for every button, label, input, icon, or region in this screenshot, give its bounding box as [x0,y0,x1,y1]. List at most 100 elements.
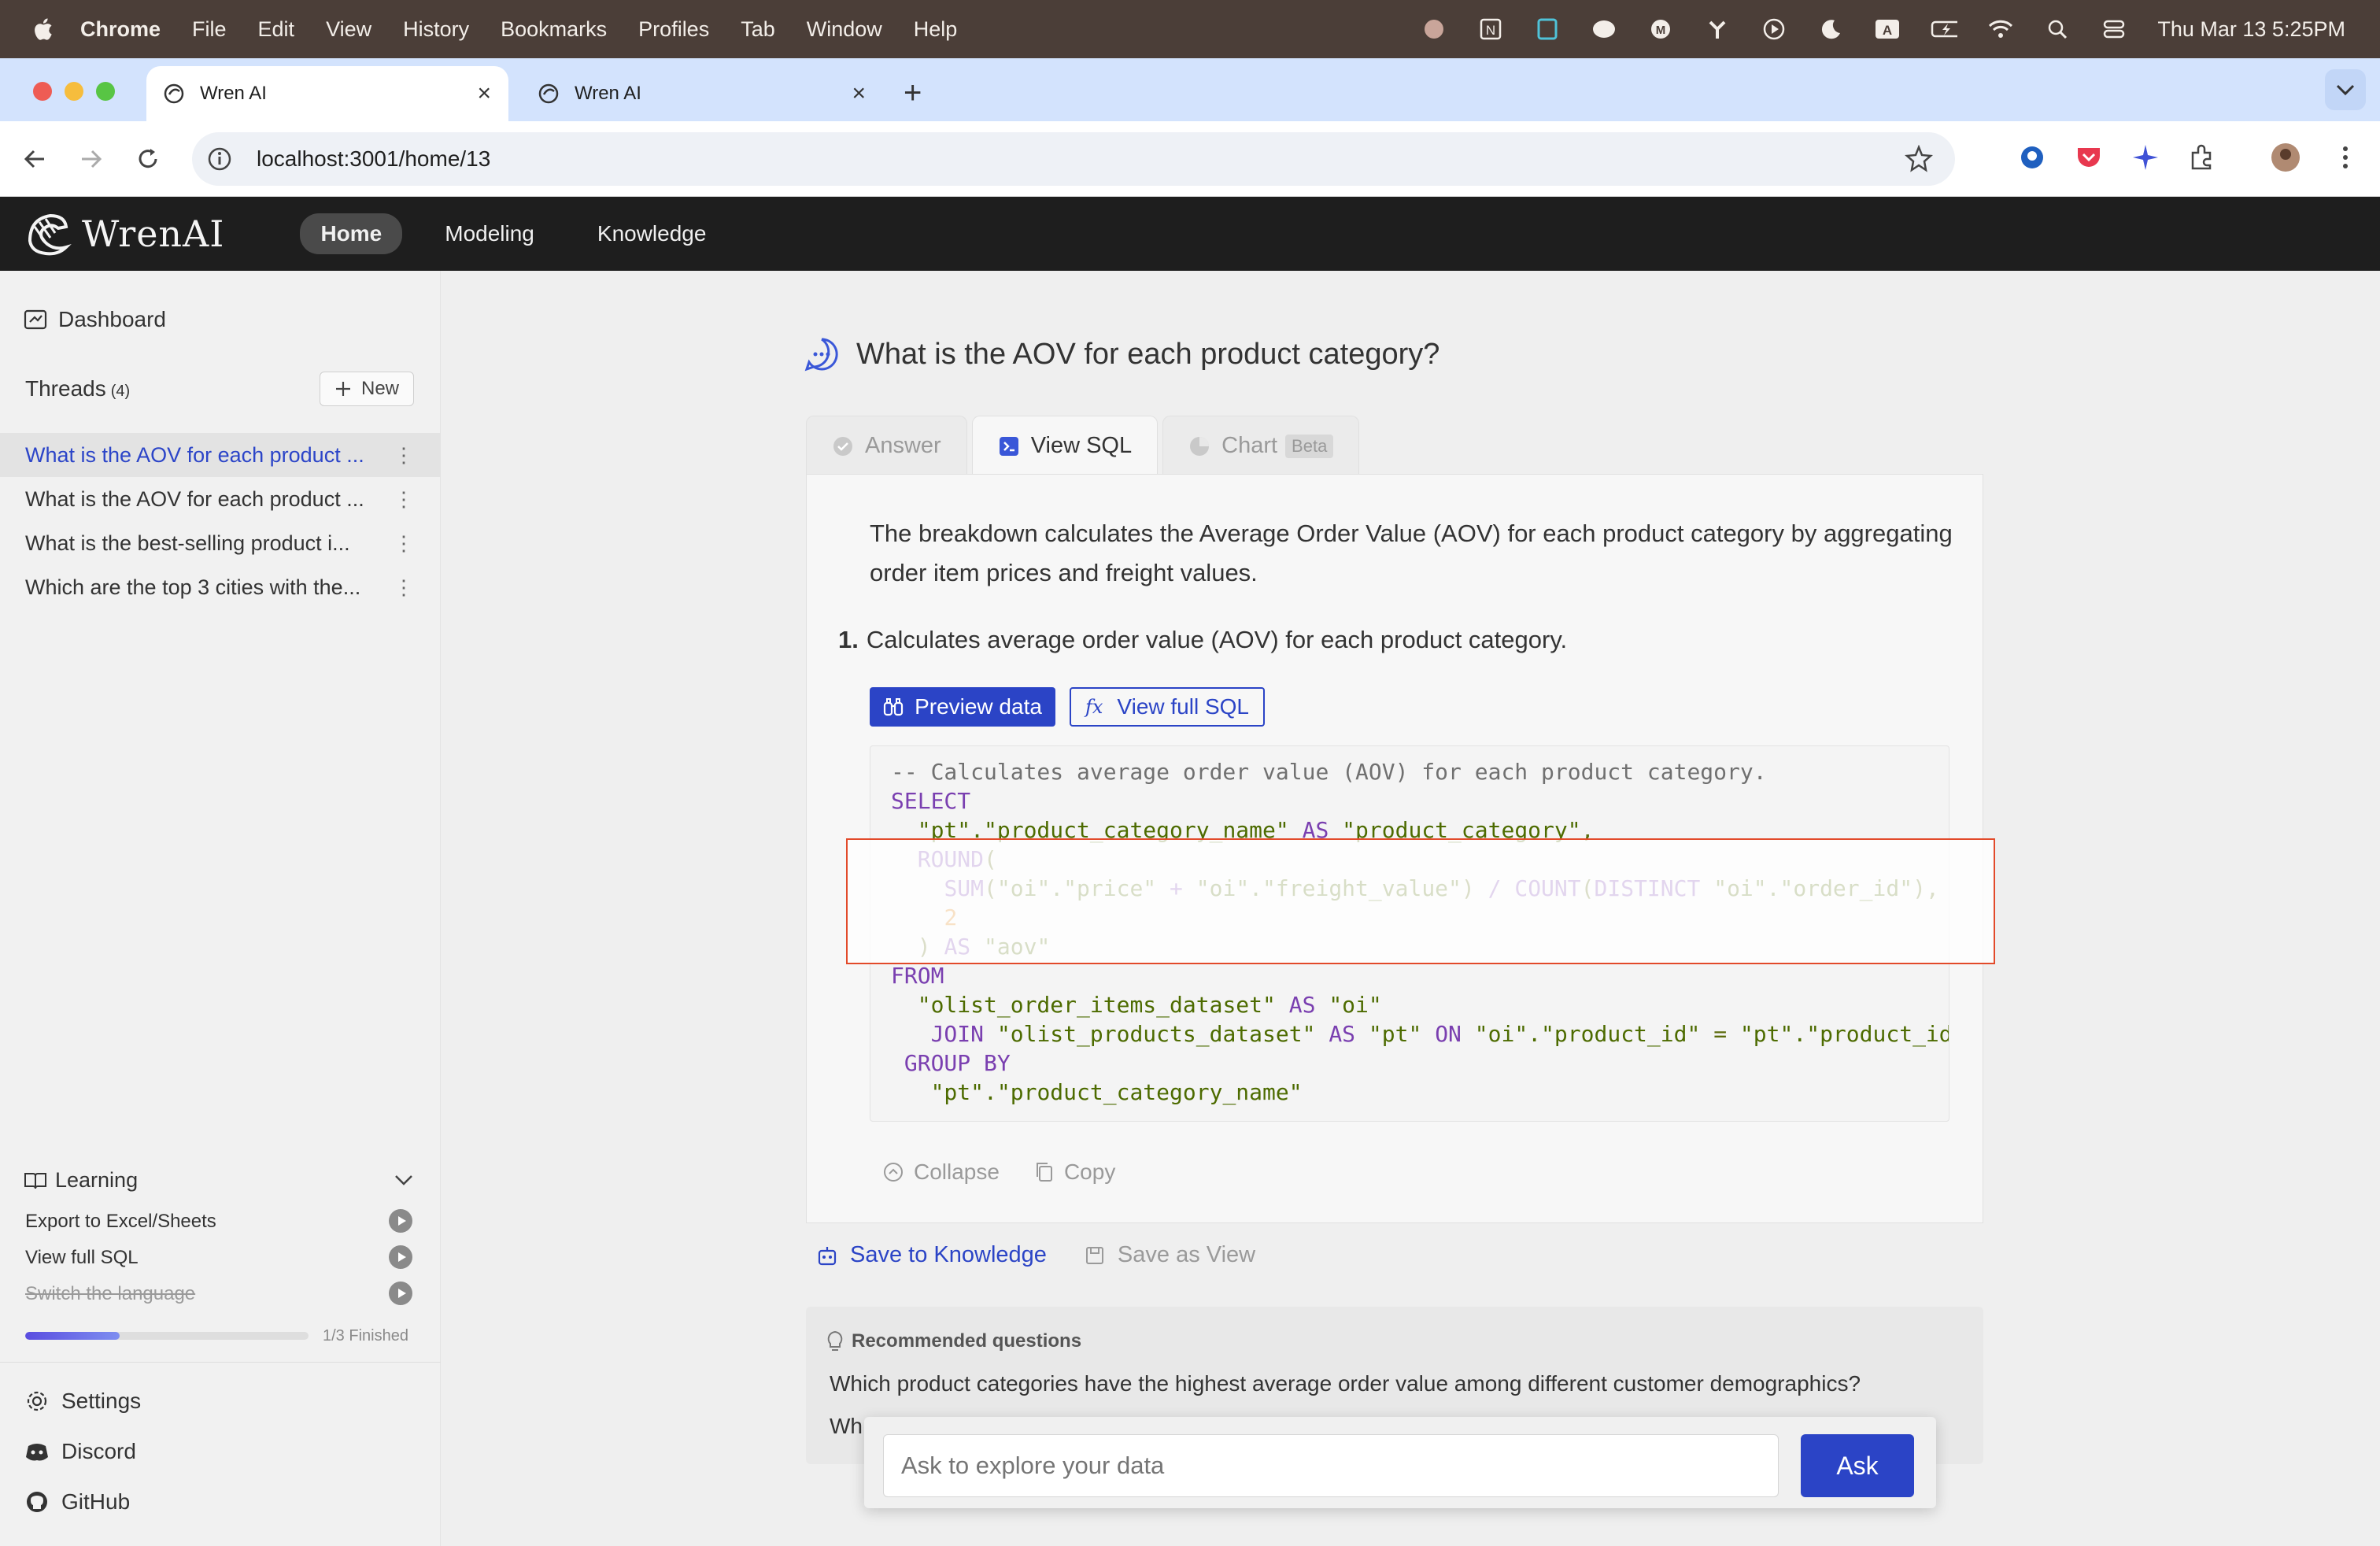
tab-search-button[interactable] [2325,69,2366,110]
address-bar[interactable]: localhost:3001/home/13 [192,132,1955,186]
chrome-menu-icon[interactable] [2330,142,2361,173]
save-to-knowledge-button[interactable]: Save to Knowledge [817,1242,1047,1268]
elephant-icon[interactable] [1591,16,1617,43]
wren-favicon-icon [538,83,559,104]
extensions-puzzle-icon[interactable] [2186,142,2218,173]
ask-bar: Ask [864,1417,1936,1508]
profile-avatar[interactable] [2270,142,2301,173]
menu-help[interactable]: Help [914,17,958,42]
discord-icon [26,1444,48,1461]
beta-badge: Beta [1285,434,1334,458]
extension-pocket-icon[interactable] [2073,142,2105,173]
browser-tab-active[interactable]: Wren AI × [146,66,508,121]
copy-button[interactable]: Copy [1034,1160,1115,1185]
apple-icon[interactable] [31,17,54,42]
moon-icon[interactable] [1817,16,1844,43]
browser-tab-inactive[interactable]: Wren AI × [521,66,883,121]
menu-profiles[interactable]: Profiles [638,17,709,42]
menu-window[interactable]: Window [807,17,882,42]
threads-heading: Threads (4) [25,376,130,401]
wrenai-logo[interactable]: WrenAI [24,209,224,258]
new-tab-button[interactable]: + [904,76,922,111]
control-center-icon[interactable] [2101,16,2127,43]
save-as-view-button[interactable]: Save as View [1085,1242,1255,1268]
thread-more-icon[interactable]: ⋮ [394,575,414,600]
learning-item-export[interactable]: Export to Excel/Sheets [25,1211,216,1233]
notion-icon[interactable]: N [1477,16,1504,43]
battery-icon[interactable] [1931,16,1958,43]
tab-view-sql[interactable]: View SQL [971,416,1159,475]
url-text[interactable]: localhost:3001/home/13 [257,146,490,172]
binoculars-icon [883,698,904,716]
recommended-question[interactable]: Wh [830,1414,863,1439]
check-circle-icon [833,436,852,456]
learning-header[interactable]: Learning [24,1168,138,1193]
wren-favicon-icon [164,83,184,104]
sidebar-link-settings[interactable]: Settings [25,1389,141,1414]
thread-item[interactable]: What is the AOV for each product ... ⋮ [0,477,441,521]
thread-more-icon[interactable]: ⋮ [394,443,414,468]
tab-chart[interactable]: Chart Beta [1162,416,1360,475]
input-source-icon[interactable]: A [1874,16,1901,43]
learning-item-switch-language[interactable]: Switch the language [25,1283,195,1305]
bracket-app-icon[interactable] [1534,16,1561,43]
nav-knowledge[interactable]: Knowledge [577,213,727,254]
extension-sparkle-icon[interactable] [2130,142,2161,173]
github-icon [27,1492,47,1512]
close-tab-icon[interactable]: × [477,80,491,107]
arrow-right-icon [82,150,102,168]
play-icon[interactable] [389,1282,412,1305]
fan-icon[interactable] [1704,16,1731,43]
menu-history[interactable]: History [403,17,469,42]
spotlight-search-icon[interactable] [2044,16,2071,43]
extension-password-icon[interactable] [2016,142,2048,173]
window-close-button[interactable] [33,82,52,101]
menu-tab[interactable]: Tab [741,17,775,42]
sidebar-link-discord[interactable]: Discord [25,1439,136,1464]
thread-more-icon[interactable]: ⋮ [394,531,414,556]
collapse-button[interactable]: Collapse [882,1160,1000,1185]
play-circle-icon[interactable] [1761,16,1787,43]
menubar-datetime[interactable]: Thu Mar 13 5:25PM [2157,17,2345,42]
copy-label: Copy [1063,1160,1116,1184]
thread-item[interactable]: What is the best-selling product i... ⋮ [0,521,441,565]
dashboard-label: Dashboard [58,307,166,331]
sidebar-item-dashboard[interactable]: Dashboard [24,307,166,332]
window-minimize-button[interactable] [65,82,83,101]
play-icon[interactable] [389,1209,412,1233]
menu-file[interactable]: File [192,17,227,42]
view-full-sql-button[interactable]: fx View full SQL [1070,687,1265,727]
preview-data-label: Preview data [915,694,1042,719]
learning-item-view-sql[interactable]: View full SQL [25,1247,139,1269]
m-app-icon[interactable]: M [1647,16,1674,43]
tab-answer[interactable]: Answer [806,416,967,475]
preview-data-button[interactable]: Preview data [870,687,1055,727]
bookmark-star-icon[interactable] [1905,145,1933,173]
ask-button[interactable]: Ask [1801,1434,1914,1497]
forward-button[interactable] [74,142,109,176]
reload-button[interactable] [131,142,165,176]
menu-bookmarks[interactable]: Bookmarks [501,17,607,42]
site-info-icon[interactable] [206,146,233,172]
nav-modeling[interactable]: Modeling [424,213,555,254]
chevron-up-circle-icon [884,1163,903,1182]
close-tab-icon[interactable]: × [852,80,866,107]
menu-view[interactable]: View [326,17,371,42]
menu-edit[interactable]: Edit [258,17,295,42]
wifi-icon[interactable] [1987,16,2014,43]
recommended-question[interactable]: Which product categories have the highes… [830,1371,1861,1396]
new-thread-button[interactable]: New [320,372,414,406]
thread-item[interactable]: Which are the top 3 cities with the... ⋮ [0,565,441,609]
thread-title: What is the best-selling product i... [25,531,350,555]
thread-more-icon[interactable]: ⋮ [394,487,414,512]
avatar-tray-icon[interactable] [1421,16,1447,43]
back-button[interactable] [17,142,52,176]
nav-home[interactable]: Home [300,213,403,254]
chevron-down-icon[interactable] [394,1173,414,1187]
thread-item[interactable]: What is the AOV for each product ... ⋮ [0,433,441,477]
sidebar-link-github[interactable]: GitHub [25,1489,130,1515]
menu-app-name[interactable]: Chrome [80,17,161,42]
window-zoom-button[interactable] [96,82,115,101]
play-icon[interactable] [389,1245,412,1269]
ask-input[interactable] [883,1434,1779,1497]
